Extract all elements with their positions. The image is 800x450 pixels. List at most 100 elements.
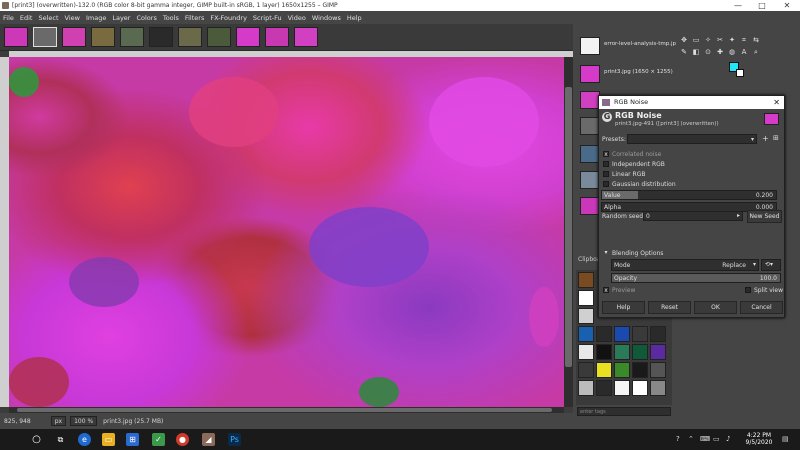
clone-tool-icon[interactable]: ⊙	[704, 48, 712, 56]
value-slider[interactable]: Value 0.200	[601, 190, 777, 200]
crop-tool-icon[interactable]: ⌗	[740, 36, 748, 44]
image-tab[interactable]	[149, 27, 173, 47]
opacity-slider[interactable]: Opacity 100.0	[611, 273, 781, 283]
preview-checkbox[interactable]: x	[603, 287, 609, 294]
value-readout: 0.200	[755, 192, 773, 199]
volume-icon[interactable]: ♪	[726, 435, 730, 443]
tag-filter-input[interactable]: enter tags	[577, 407, 671, 416]
eraser-tool-icon[interactable]: ◧	[692, 48, 700, 56]
mode-combo[interactable]: Mode Replace ▾	[611, 259, 759, 271]
minimize-button[interactable]: —	[727, 0, 749, 11]
image-tab[interactable]	[294, 27, 318, 47]
zoom-select[interactable]: 100 %	[70, 416, 98, 426]
cancel-button[interactable]: Cancel	[740, 301, 783, 314]
battery-icon[interactable]: ▭	[713, 435, 720, 443]
network-icon[interactable]: ⌨	[700, 435, 710, 443]
maximize-button[interactable]: □	[751, 0, 773, 11]
image-tab[interactable]	[91, 27, 115, 47]
new-seed-button[interactable]: New Seed	[747, 210, 782, 223]
ok-button[interactable]: OK	[694, 301, 737, 314]
image-list-item[interactable]: error-level-analysis-tmp.jp	[576, 35, 676, 57]
image-tab[interactable]	[120, 27, 144, 47]
image-tab[interactable]	[4, 27, 28, 47]
menu-file[interactable]: File	[3, 14, 14, 22]
zoom-tool-icon[interactable]: ⌕	[752, 48, 760, 56]
heal-tool-icon[interactable]: ✚	[716, 48, 724, 56]
help-tray-icon[interactable]: ?	[676, 435, 680, 443]
help-button[interactable]: Help	[602, 301, 645, 314]
menu-filters[interactable]: Filters	[185, 14, 204, 22]
image-list-item[interactable]: print3.jpg (1650 × 1255)	[576, 63, 676, 85]
menu-help[interactable]: Help	[347, 14, 362, 22]
menu-edit[interactable]: Edit	[20, 14, 33, 22]
text-tool-icon[interactable]: A	[740, 48, 748, 56]
menu-script-fu[interactable]: Script-Fu	[253, 14, 282, 22]
preview-label: Preview	[612, 287, 636, 294]
random-seed-label: Random seed	[602, 213, 644, 220]
menu-layer[interactable]: Layer	[112, 14, 130, 22]
photoshop-icon[interactable]: Ps	[228, 433, 241, 446]
blending-expander-icon[interactable]: ▾	[603, 250, 609, 256]
move-tool-icon[interactable]: ✥	[680, 36, 688, 44]
gimp-app-icon	[2, 2, 9, 9]
fuzzy-select-tool-icon[interactable]: ✦	[728, 36, 736, 44]
image-tab[interactable]	[178, 27, 202, 47]
gimp-dialog-icon	[602, 99, 610, 106]
random-seed-value: 0	[646, 213, 650, 220]
menu-select[interactable]: Select	[38, 14, 58, 22]
canvas-region	[69, 257, 139, 307]
lasso-tool-icon[interactable]: ✧	[704, 36, 712, 44]
add-preset-icon[interactable]: +	[762, 134, 769, 143]
gaussian-distribution-checkbox[interactable]	[603, 181, 609, 187]
correlated-noise-checkbox[interactable]: x	[603, 151, 609, 158]
store-icon[interactable]: ⊞	[126, 433, 139, 446]
scissors-tool-icon[interactable]: ✂	[716, 36, 724, 44]
random-seed-input[interactable]: 0 ▸	[643, 211, 743, 221]
menu-colors[interactable]: Colors	[136, 14, 156, 22]
split-view-checkbox[interactable]	[745, 287, 751, 293]
file-explorer-icon[interactable]: ▭	[102, 433, 115, 446]
close-button[interactable]: ✕	[776, 0, 798, 11]
show-hidden-icons-icon[interactable]: ⌃	[688, 435, 694, 443]
taskbar: ○ ⧉ e ▭ ⊞ ✓ ● ◢ Ps ? ⌃ ⌨ ▭ ♪ 4:22 PM 9/5…	[0, 429, 800, 450]
vertical-ruler[interactable]	[0, 57, 9, 407]
menu-image[interactable]: Image	[86, 14, 106, 22]
scrollbar-thumb[interactable]	[17, 408, 552, 412]
chrome-icon[interactable]: ●	[176, 433, 189, 446]
gimp-taskbar-icon[interactable]: ◢	[202, 433, 215, 446]
edge-icon[interactable]: e	[78, 433, 91, 446]
image-tab[interactable]	[265, 27, 289, 47]
unit-select[interactable]: px	[50, 416, 67, 426]
transform-tool-icon[interactable]: ⇆	[752, 36, 760, 44]
image-tab[interactable]	[207, 27, 231, 47]
image-tab[interactable]	[236, 27, 260, 47]
mode-switch-button[interactable]: ⟲▾	[761, 259, 781, 271]
vertical-scrollbar[interactable]	[564, 57, 573, 407]
image-tab-active[interactable]	[33, 27, 57, 47]
image-tab[interactable]	[62, 27, 86, 47]
linear-rgb-checkbox[interactable]	[603, 171, 609, 177]
task-view-icon[interactable]: ⧉	[54, 433, 67, 446]
dialog-close-icon[interactable]: ✕	[773, 96, 780, 109]
stepper-icon[interactable]: ▸	[737, 212, 740, 219]
notifications-icon[interactable]: ▤	[782, 435, 789, 443]
reset-button[interactable]: Reset	[648, 301, 691, 314]
presets-combo[interactable]: ▾	[627, 134, 757, 144]
menu-video[interactable]: Video	[288, 14, 306, 22]
menu-tools[interactable]: Tools	[163, 14, 179, 22]
system-clock[interactable]: 4:22 PM 9/5/2020	[741, 432, 777, 446]
image-list-label: error-level-analysis-tmp.jp	[604, 41, 677, 47]
rect-select-tool-icon[interactable]: ▭	[692, 36, 700, 44]
blur-tool-icon[interactable]: ◍	[728, 48, 736, 56]
preset-menu-icon[interactable]: ⊞	[773, 134, 779, 142]
paintbrush-tool-icon[interactable]: ✎	[680, 48, 688, 56]
image-canvas[interactable]	[9, 57, 564, 407]
menu-windows[interactable]: Windows	[312, 14, 341, 22]
menu-view[interactable]: View	[65, 14, 80, 22]
independent-rgb-checkbox[interactable]	[603, 161, 609, 167]
scrollbar-thumb[interactable]	[565, 87, 572, 367]
start-icon[interactable]: ○	[30, 433, 43, 446]
greenshot-icon[interactable]: ✓	[152, 433, 165, 446]
menu-fx-foundry[interactable]: FX-Foundry	[210, 14, 247, 22]
background-color-swatch[interactable]	[736, 69, 744, 77]
